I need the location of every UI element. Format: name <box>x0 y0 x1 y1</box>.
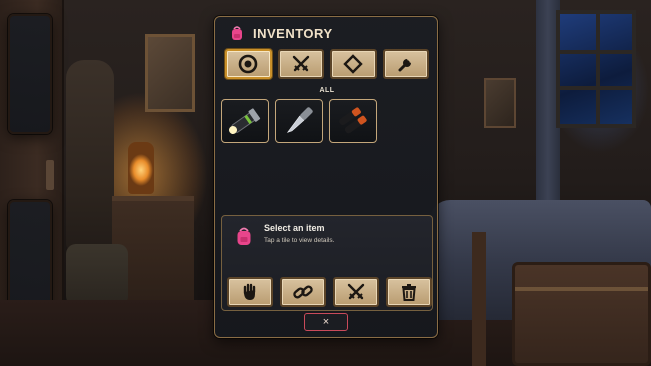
floor-bag <box>66 244 128 306</box>
diamond-icon <box>343 54 363 74</box>
hanging-coat <box>66 60 114 250</box>
bedpost <box>472 232 486 366</box>
item-slot-batteries[interactable] <box>329 99 377 143</box>
action-buttons <box>227 277 432 307</box>
knife-icon <box>286 107 313 133</box>
target-icon <box>238 54 258 74</box>
details-title: Select an item <box>264 223 325 233</box>
chain-link-icon <box>293 285 313 299</box>
wall-frame <box>484 78 516 128</box>
batteries-icon <box>339 107 367 134</box>
crossed-swords-icon <box>347 283 365 300</box>
item-slot-flashlight[interactable] <box>221 99 269 143</box>
category-tabs <box>225 49 429 79</box>
wrench-icon <box>398 59 411 72</box>
item-grid <box>221 99 377 143</box>
tab-all[interactable] <box>225 49 272 79</box>
backpack-icon <box>229 25 245 41</box>
item-slot-knife[interactable] <box>275 99 323 143</box>
crossed-swords-icon <box>292 55 309 72</box>
equip-button[interactable] <box>333 277 379 307</box>
hand-icon <box>243 283 256 300</box>
rainy-window <box>556 10 636 128</box>
flashlight-icon <box>228 108 261 135</box>
tab-tools[interactable] <box>382 49 429 79</box>
section-label: ALL <box>319 87 335 94</box>
wall-portrait <box>145 34 195 112</box>
inventory-title: INVENTORY <box>253 25 333 41</box>
combine-button[interactable] <box>280 277 326 307</box>
discard-button[interactable] <box>386 277 432 307</box>
door-handle <box>46 160 54 190</box>
backpack-icon <box>237 227 251 245</box>
tab-gems[interactable] <box>330 49 377 79</box>
oil-lantern <box>128 142 154 194</box>
wooden-chest <box>512 262 651 366</box>
tab-weapons[interactable] <box>277 49 324 79</box>
close-button[interactable]: × <box>304 313 348 331</box>
inventory-header: INVENTORY <box>229 23 333 43</box>
trash-icon <box>402 284 416 301</box>
inventory-panel: INVENTORY ALL Select an item Tap a tile … <box>214 16 438 338</box>
use-button[interactable] <box>227 277 273 307</box>
details-subtitle: Tap a tile to view details. <box>264 237 335 244</box>
